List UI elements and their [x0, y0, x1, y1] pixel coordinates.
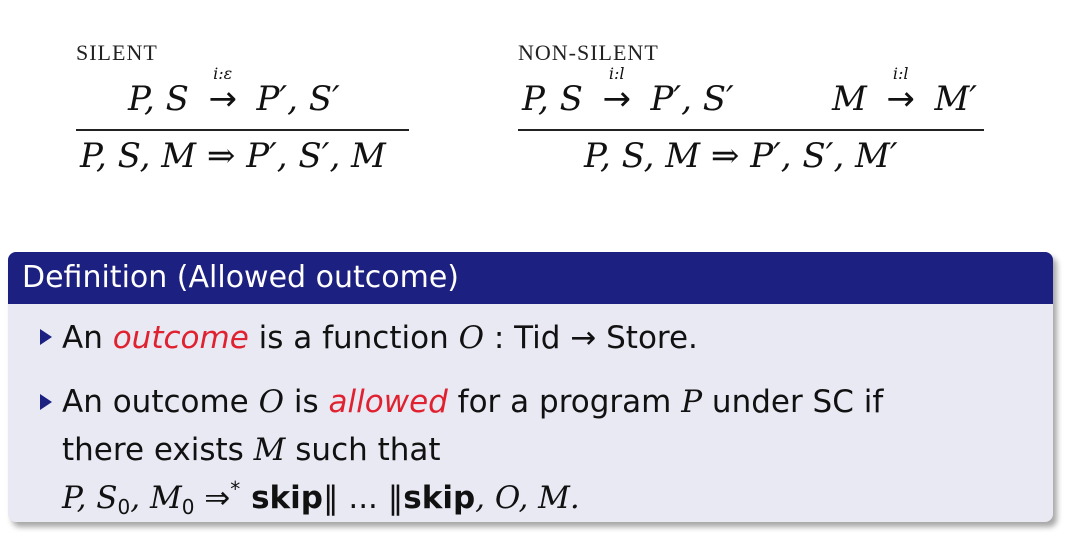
bullet-triangle-icon	[40, 329, 52, 345]
item2-math-m: M	[253, 432, 286, 468]
item2-line3-par: ‖ ... ‖	[322, 480, 404, 516]
silent-conclusion-text: P, S, M ⇒ P′, S′, M	[80, 136, 386, 176]
item2-line3-sub1: 0	[181, 495, 195, 519]
nonsilent-conclusion-text: P, S, M ⇒ P′, S′, M′	[584, 136, 898, 176]
item2-line3-end: , O, M.	[475, 480, 580, 516]
item1-emphasis: outcome	[112, 320, 249, 356]
silent-premise-left: P, S	[128, 79, 189, 119]
nonsilent-premise-2: M i:l → M′	[832, 66, 977, 119]
nonsilent-rule-label: NON-SILENT	[518, 40, 659, 65]
nonsilent-arrow-2: i:l →	[878, 66, 924, 117]
item1-pre: An	[62, 320, 113, 356]
nonsilent-conclusion: P, S, M ⇒ P′, S′, M′	[584, 139, 898, 173]
item1-math-o: O	[458, 320, 485, 356]
nonsilent-arrow1-label: i:l	[608, 64, 625, 83]
silent-arrow-label: i:ε	[213, 64, 233, 83]
item2-line2: there exists M such that	[62, 426, 883, 474]
bullet-triangle-icon	[40, 394, 52, 410]
silent-rule-bar	[76, 129, 409, 131]
definition-block: Definition (Allowed outcome) An outcome …	[8, 252, 1053, 522]
item2-line1: An outcome O is allowed for a program P …	[62, 378, 883, 426]
nonsilent-rule-bar	[518, 129, 984, 131]
definition-title: Definition (Allowed outcome)	[8, 252, 1053, 304]
item2-line3-c: ⇒	[194, 480, 231, 516]
nonsilent-premise1-left: P, S	[522, 79, 583, 119]
item2-line3-a: P, S	[62, 480, 118, 516]
item1-post: is a function	[248, 320, 459, 356]
item2-line3-sub0: 0	[117, 495, 131, 519]
silent-rule-label: SILENT	[76, 40, 158, 65]
item2-math-p: P	[681, 384, 703, 420]
item2-line2-post: such that	[285, 432, 441, 468]
definition-item-2: An outcome O is allowed for a program P …	[40, 378, 883, 522]
nonsilent-premise2-left: M	[832, 79, 867, 119]
item2-math-o: O	[258, 384, 285, 420]
nonsilent-premise2-right: M′	[934, 79, 977, 119]
nonsilent-arrow-1: i:l →	[594, 66, 640, 117]
item2-mid: is	[284, 384, 329, 420]
silent-conclusion: P, S, M ⇒ P′, S′, M	[80, 139, 386, 173]
silent-arrow: i:ε →	[200, 66, 246, 117]
item2-line3: P, S0, M0 ⇒* skip‖ ... ‖skip, O, M.	[62, 474, 883, 522]
item2-tail: under SC if	[702, 384, 884, 420]
item2-post: for a program	[447, 384, 682, 420]
item2-emphasis: allowed	[328, 384, 448, 420]
item2-line3-b: , M	[130, 480, 182, 516]
item2-line3-skip1: skip	[240, 480, 323, 516]
nonsilent-arrow2-label: i:l	[892, 64, 909, 83]
item2-line2-pre: there exists	[62, 432, 254, 468]
item2-line3-skip2: skip	[403, 480, 476, 516]
nonsilent-premise-1: P, S i:l → P′, S′	[522, 66, 734, 119]
silent-premise-right: P′, S′	[256, 79, 340, 119]
silent-premise: P, S i:ε → P′, S′	[128, 66, 340, 119]
nonsilent-premise1-right: P′, S′	[650, 79, 734, 119]
item1-math-rest: : Tid → Store.	[484, 320, 698, 356]
definition-item-1: An outcome is a function O : Tid → Store…	[40, 320, 698, 356]
item2-line3-star: *	[230, 477, 241, 501]
item2-pre: An outcome	[62, 384, 259, 420]
